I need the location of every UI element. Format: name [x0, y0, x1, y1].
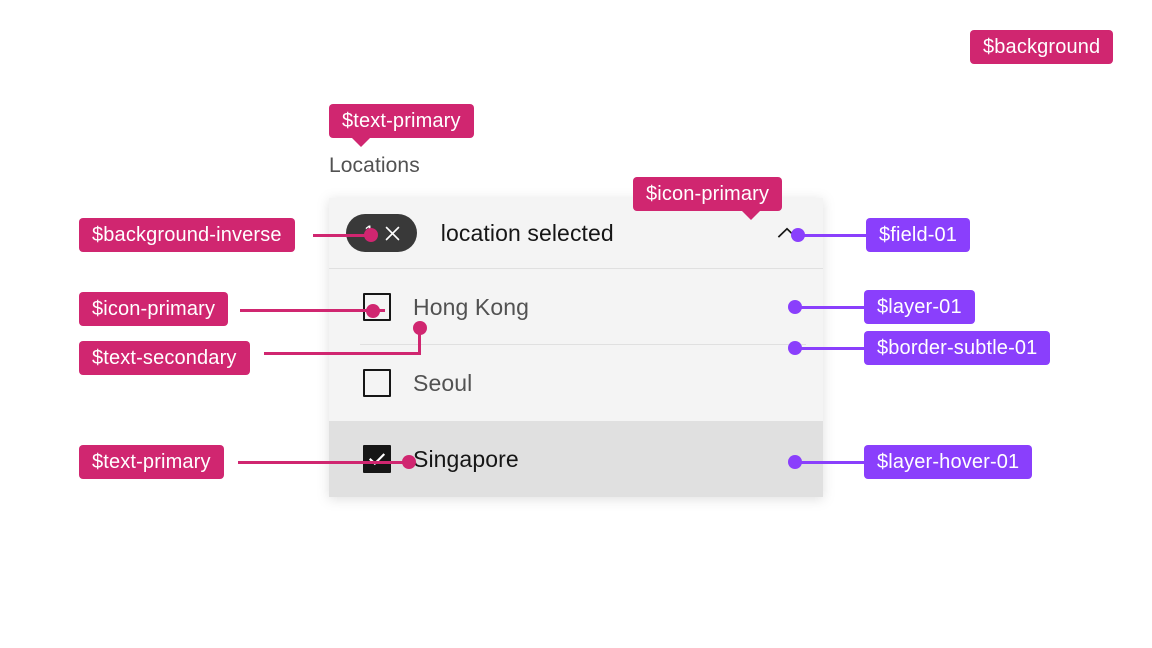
token-text-primary-bottom: $text-primary [79, 445, 224, 479]
leader-dot-background-inverse [364, 228, 378, 242]
leader-dot-layer-01 [788, 300, 802, 314]
token-icon-primary-top: $icon-primary [633, 177, 783, 220]
leader-line-text-primary-bottom [238, 461, 410, 464]
token-icon-primary-left: $icon-primary [79, 292, 229, 326]
token-text-secondary-text: $text-secondary [92, 347, 237, 369]
token-icon-primary-top-text: $icon-primary [646, 183, 770, 205]
token-layer-hover-01-text: $layer-hover-01 [877, 451, 1020, 473]
token-text-primary-top: $text-primary [329, 104, 474, 147]
token-layer-01: $layer-01 [864, 290, 975, 324]
token-border-subtle-01-text: $border-subtle-01 [877, 337, 1038, 359]
token-tail [351, 137, 371, 147]
leader-dot-layer-hover-01 [788, 455, 802, 469]
token-text-primary-top-text: $text-primary [342, 110, 461, 132]
token-background: $background [970, 30, 1114, 64]
leader-line-field-01 [796, 234, 868, 237]
leader-dot-field-01 [791, 228, 805, 242]
leader-dot-icon-primary-left [366, 304, 380, 318]
multiselect-dropdown[interactable]: 1 location selected Hong Kong [329, 198, 823, 497]
leader-dot-border-subtle-01 [788, 341, 802, 355]
leader-line-border-subtle-01 [796, 347, 866, 350]
token-icon-primary-left-text: $icon-primary [92, 298, 216, 320]
token-layer-hover-01: $layer-hover-01 [864, 445, 1033, 479]
leader-line-text-secondary-horizontal [264, 352, 421, 355]
token-background-text: $background [983, 36, 1101, 58]
leader-line-layer-01 [796, 306, 866, 309]
token-border-subtle-01: $border-subtle-01 [864, 331, 1051, 365]
token-background-inverse-text: $background-inverse [92, 224, 282, 246]
list-item-label: Singapore [413, 445, 519, 472]
field-label-locations: Locations [329, 154, 420, 177]
selection-count-tag[interactable]: 1 [346, 214, 417, 252]
checkbox-unchecked-icon[interactable] [363, 369, 391, 397]
list-item[interactable]: Hong Kong [329, 269, 823, 345]
leader-dot-text-primary-bottom [402, 455, 416, 469]
leader-line-icon-primary-left [240, 309, 385, 312]
token-background-inverse: $background-inverse [79, 218, 295, 252]
token-tail [741, 210, 762, 220]
close-icon[interactable] [384, 225, 401, 242]
annotated-token-diagram: Locations 1 location selected [0, 0, 1152, 648]
list-item-label: Hong Kong [413, 293, 529, 320]
list-item[interactable]: Seoul [329, 345, 823, 421]
leader-dot-text-secondary [413, 321, 427, 335]
token-text-primary-bottom-text: $text-primary [92, 451, 211, 473]
token-field-01: $field-01 [866, 218, 971, 252]
token-layer-01-text: $layer-01 [877, 296, 962, 318]
selection-summary-text: location selected [440, 219, 614, 246]
list-item-label: Seoul [413, 369, 473, 396]
leader-line-layer-hover-01 [796, 461, 866, 464]
token-field-01-text: $field-01 [879, 224, 958, 246]
checkbox-checked-icon[interactable] [363, 445, 391, 473]
token-text-secondary: $text-secondary [79, 341, 250, 375]
